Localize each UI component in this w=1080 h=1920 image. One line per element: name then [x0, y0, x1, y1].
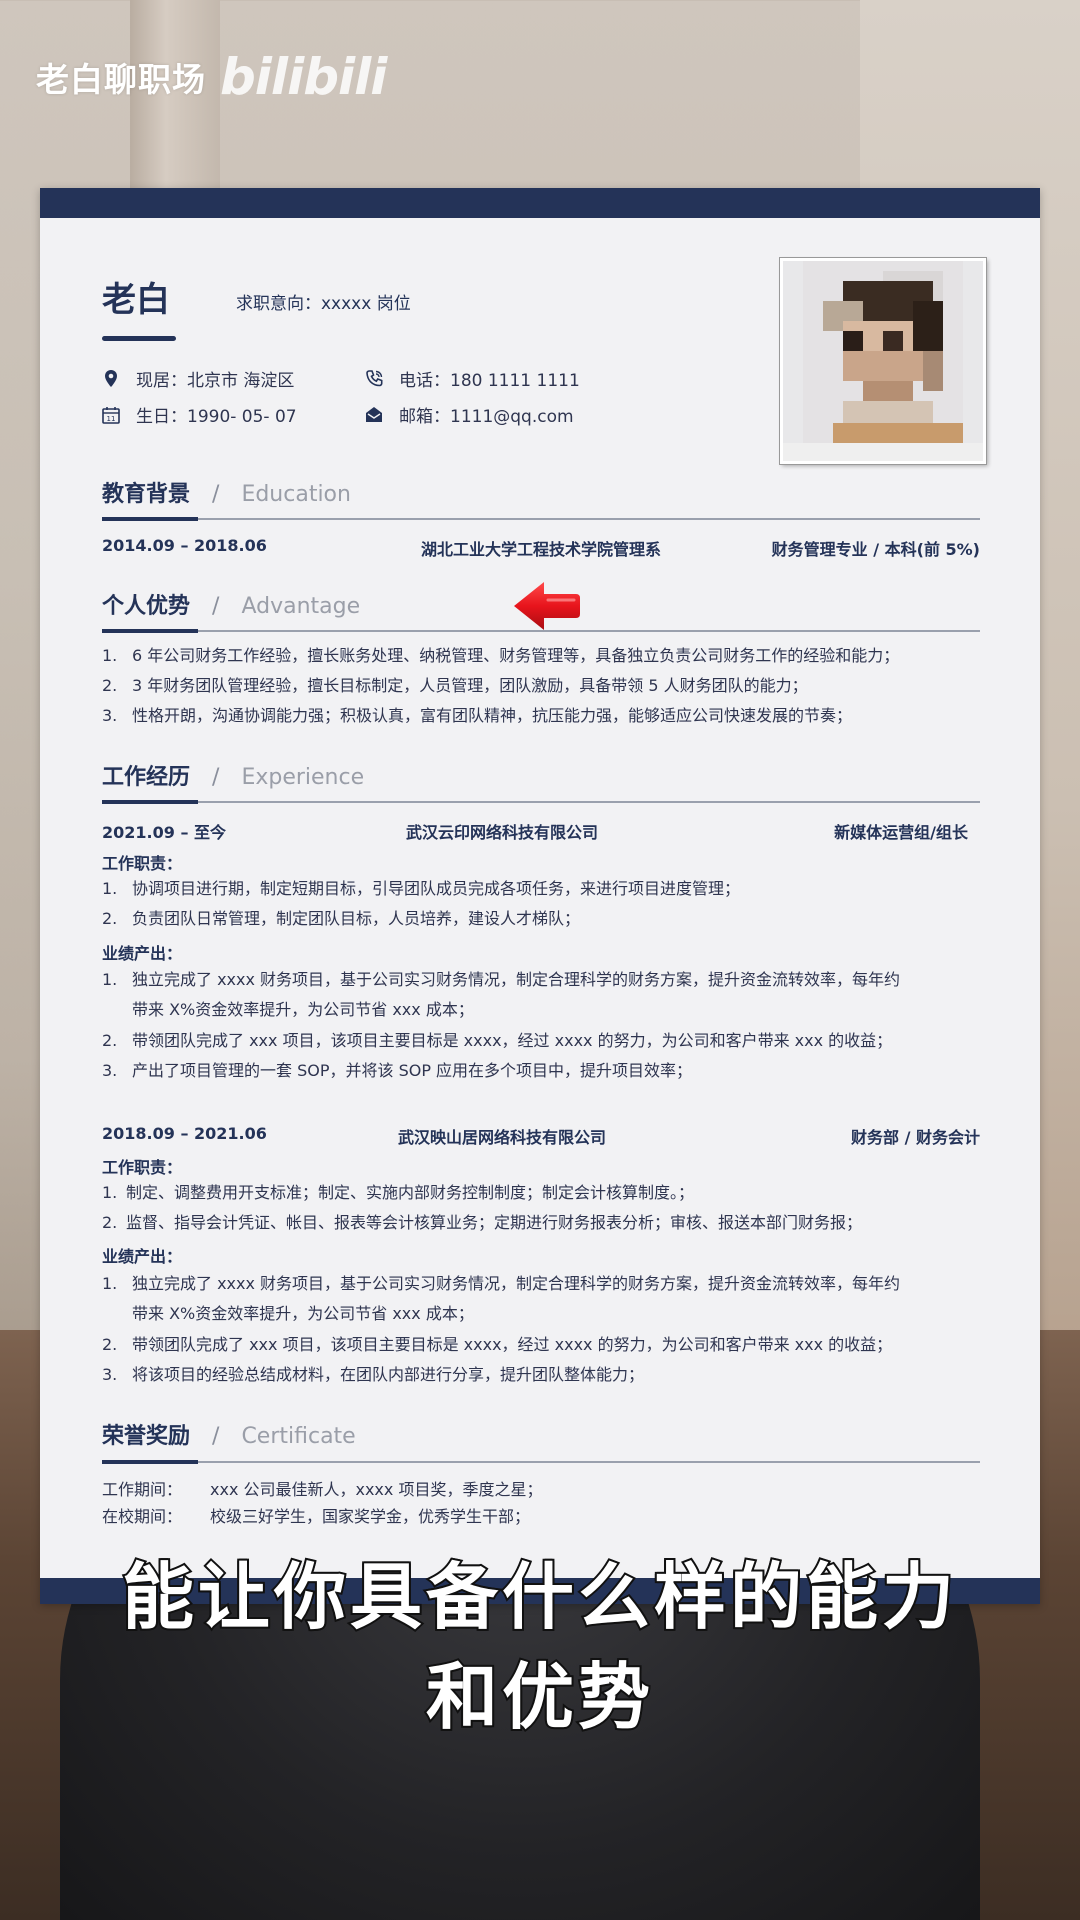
advantage-item: 2. 3 年财务团队管理经验，擅长目标制定，人员管理，团队激励，具备带领 5 人财… [102, 676, 808, 695]
certificate-title-slash: / [212, 1424, 220, 1449]
location-pin-icon [100, 368, 122, 390]
job1-result: 3. 产出了项目管理的一套 SOP，并将该 SOP 应用在多个项目中，提升项目效率… [102, 1061, 693, 1080]
resume-sheet: 老白 求职意向：xxxxx 岗位 现居：北京市 海淀区 电话：180 1111 … [40, 188, 1040, 1604]
section-certificate-title: 荣誉奖励 / Certificate [102, 1418, 356, 1450]
subtitle-line-2: 和优势 [424, 1653, 654, 1741]
job2-result: 3. 将该项目的经验总结成材料，在团队内部进行分享，提升团队整体能力； [102, 1365, 645, 1384]
job1-duty-label: 工作职责： [102, 854, 183, 873]
resume-name: 老白 [102, 280, 170, 320]
experience-title-slash: / [212, 765, 220, 790]
info-phone: 电话：180 1111 1111 [363, 366, 580, 391]
advantage-item: 1. 6 年公司财务工作经验，擅长账务处理、纳税管理、财务管理等，具备独立负责公司… [102, 646, 900, 665]
calendar-icon: 11 [100, 404, 122, 426]
subtitle-line-1: 能让你具备什么样的能力 [120, 1553, 958, 1641]
advantage-title-en: Advantage [241, 594, 361, 619]
job1-result-cont: 带来 X%资金效率提升，为公司节省 xxx 成本； [132, 1000, 474, 1019]
experience-divider [102, 800, 980, 804]
education-divider [102, 517, 980, 521]
education-major: 财务管理专业 / 本科(前 5%) [771, 540, 980, 559]
residence-text: 现居：北京市 海淀区 [136, 371, 295, 391]
mail-icon [363, 404, 385, 426]
watermark: 老白聊职场 bilibili [36, 48, 387, 106]
section-advantage-title: 个人优势 / Advantage [102, 588, 360, 620]
email-text: 邮箱：1111@qq.com [399, 407, 574, 427]
header-bar [40, 188, 1040, 218]
job2-result: 1. 独立完成了 xxxx 财务项目，基于公司实习财务情况，制定合理科学的财务方案… [102, 1274, 901, 1293]
certificate-title-cn: 荣誉奖励 [102, 1424, 191, 1449]
phone-icon [363, 368, 385, 390]
job2-result-label: 业绩产出： [102, 1247, 183, 1266]
job2-result: 2. 带领团队完成了 xxx 项目，该项目主要目标是 xxxx，经过 xxxx 的… [102, 1335, 893, 1354]
job2-result-cont: 带来 X%资金效率提升，为公司节省 xxx 成本； [132, 1304, 474, 1323]
svg-text:11: 11 [107, 415, 116, 423]
name-underline [102, 336, 176, 341]
red-arrow-pointer-icon [514, 582, 580, 630]
channel-name: 老白聊职场 [36, 60, 206, 99]
education-title-en: Education [241, 482, 351, 507]
experience-title-cn: 工作经历 [102, 765, 191, 790]
job1-duty: 2. 负责团队日常管理，制定团队目标，人员培养，建设人才梯队； [102, 909, 581, 928]
birth-text: 生日：1990- 05- 07 [136, 407, 297, 427]
job1-role: 新媒体运营组/组长 [834, 823, 968, 842]
education-title-slash: / [212, 482, 220, 507]
job1-company: 武汉云印网络科技有限公司 [405, 823, 598, 842]
job-objective: 求职意向：xxxxx 岗位 [236, 294, 411, 314]
info-residence: 现居：北京市 海淀区 [100, 366, 294, 391]
education-title-cn: 教育背景 [102, 482, 191, 507]
job1-result-label: 业绩产出： [102, 944, 183, 963]
job2-company: 武汉映山居网络科技有限公司 [397, 1128, 606, 1147]
job1-result: 2. 带领团队完成了 xxx 项目，该项目主要目标是 xxxx，经过 xxxx 的… [102, 1031, 893, 1050]
info-email: 邮箱：1111@qq.com [363, 402, 574, 427]
job1-result: 1. 独立完成了 xxxx 财务项目，基于公司实习财务情况，制定合理科学的财务方案… [102, 970, 901, 989]
phone-text: 电话：180 1111 1111 [399, 371, 580, 391]
advantage-title-slash: / [212, 594, 220, 619]
advantage-title-cn: 个人优势 [102, 594, 191, 619]
profile-photo-pixelated [780, 258, 986, 464]
job2-role: 财务部 / 财务会计 [851, 1128, 980, 1147]
job2-duty: 1. 制定、调整费用开支标准；制定、实施内部财务控制制度；制定会计核算制度。； [102, 1183, 695, 1202]
certificate-title-en: Certificate [241, 1424, 356, 1449]
job2-duty-label: 工作职责： [102, 1158, 183, 1177]
certificate-item: 在校期间： 校级三好学生，国家奖学金，优秀学生干部； [102, 1507, 531, 1526]
certificate-item: 工作期间： xxx 公司最佳新人，xxxx 项目奖，季度之星； [102, 1480, 543, 1499]
certificate-divider [102, 1460, 980, 1464]
job2-duty: 2. 监督、指导会计凭证、帐目、报表等会计核算业务；定期进行财务报表分析；审核、报… [102, 1213, 863, 1232]
job1-duty: 1. 协调项目进行期，制定短期目标，引导团队成员完成各项任务，来进行项目进度管理； [102, 879, 741, 898]
info-birth: 11 生日：1990- 05- 07 [100, 402, 297, 427]
section-experience-title: 工作经历 / Experience [102, 759, 364, 791]
experience-title-en: Experience [241, 765, 365, 790]
section-education-title: 教育背景 / Education [102, 476, 351, 508]
bilibili-logo: bilibili [220, 48, 387, 106]
advantage-item: 3. 性格开朗，沟通协调能力强；积极认真，富有团队精神，抗压能力强，能够适应公司快… [102, 706, 853, 725]
